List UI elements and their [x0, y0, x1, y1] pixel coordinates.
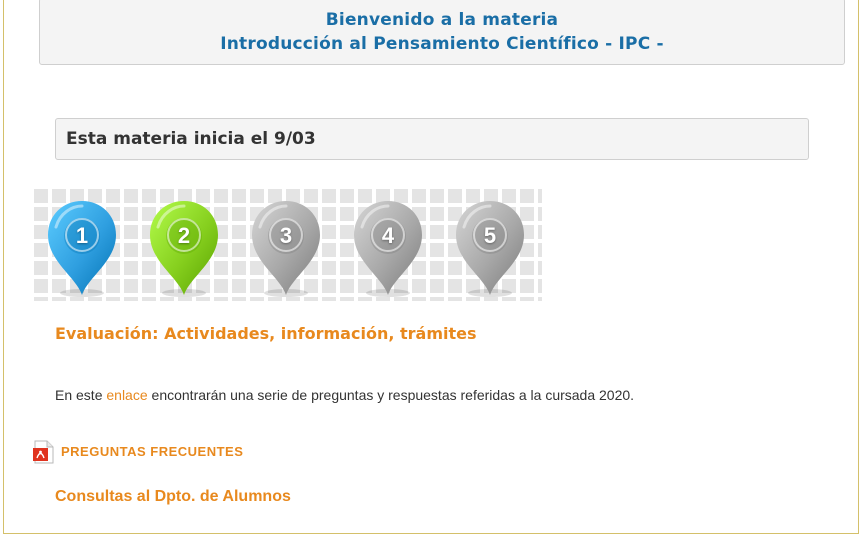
welcome-banner: Bienvenido a la materia Introducción al …	[39, 0, 845, 65]
step-pin-number: 1	[75, 223, 89, 248]
step-pin-5[interactable]: 5	[454, 199, 526, 299]
step-pin-3[interactable]: 3	[250, 199, 322, 299]
info-prefix: En este	[55, 387, 107, 403]
faq-link[interactable]: PREGUNTAS FRECUENTES	[61, 444, 243, 459]
pdf-icon	[33, 440, 55, 468]
step-pins-strip: 1 2 3 4 5	[30, 189, 542, 301]
step-pin-number: 4	[381, 223, 395, 248]
step-pin-4[interactable]: 4	[352, 199, 424, 299]
step-pin-number: 2	[177, 223, 191, 248]
step-pin-2[interactable]: 2	[148, 199, 220, 299]
info-paragraph: En este enlace encontrarán una serie de …	[55, 387, 634, 403]
start-notice: Esta materia inicia el 9/03	[66, 129, 316, 149]
step-pin-number: 3	[279, 223, 293, 248]
evaluation-heading: Evaluación: Actividades, información, tr…	[55, 324, 477, 343]
step-pin-number: 5	[483, 223, 497, 248]
welcome-title: Bienvenido a la materia	[325, 10, 559, 30]
info-link[interactable]: enlace	[106, 387, 147, 403]
start-notice-box: Esta materia inicia el 9/03	[55, 118, 809, 160]
consultas-link[interactable]: Consultas al Dpto. de Alumnos	[55, 488, 291, 506]
step-pin-1[interactable]: 1	[46, 199, 118, 299]
info-suffix: encontrarán una serie de preguntas y res…	[147, 387, 635, 403]
course-title: Introducción al Pensamiento Científico -…	[220, 34, 664, 54]
